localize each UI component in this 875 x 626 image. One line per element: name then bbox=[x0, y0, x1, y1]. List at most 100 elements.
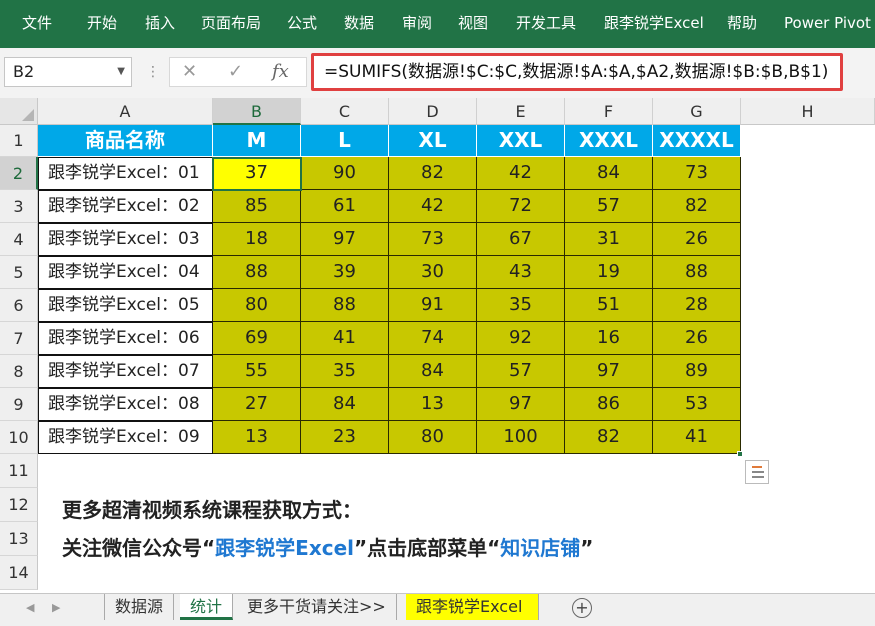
cancel-icon[interactable]: ✕ bbox=[182, 60, 197, 84]
row-header-5[interactable]: 5 bbox=[0, 256, 38, 289]
scroll-right-icon[interactable]: ▶ bbox=[52, 601, 60, 614]
data-cell[interactable]: 73 bbox=[653, 157, 741, 190]
data-cell[interactable]: 97 bbox=[477, 388, 565, 421]
data-cell[interactable]: 67 bbox=[477, 223, 565, 256]
ribbon-tab-home[interactable]: 开始 bbox=[87, 0, 117, 48]
column-header-c[interactable]: C bbox=[301, 98, 389, 125]
product-name-cell[interactable]: 跟李锐学Excel：03 bbox=[38, 223, 213, 256]
data-cell[interactable]: 42 bbox=[389, 190, 477, 223]
product-name-cell[interactable]: 跟李锐学Excel：04 bbox=[38, 256, 213, 289]
ribbon-tab-page-layout[interactable]: 页面布局 bbox=[201, 0, 261, 48]
data-cell[interactable]: 84 bbox=[389, 355, 477, 388]
ribbon-tab-file[interactable]: 文件 bbox=[22, 0, 52, 48]
data-cell[interactable]: 13 bbox=[389, 388, 477, 421]
ribbon-tab-help[interactable]: 帮助 bbox=[727, 0, 757, 48]
data-cell[interactable]: 41 bbox=[653, 421, 741, 454]
column-header-b[interactable]: B bbox=[213, 98, 301, 125]
header-cell-size[interactable]: XXXXL bbox=[653, 125, 741, 157]
column-header-f[interactable]: F bbox=[565, 98, 653, 125]
sheet-tab-custom[interactable]: 跟李锐学Excel bbox=[406, 594, 539, 620]
data-cell[interactable]: 69 bbox=[213, 322, 301, 355]
product-name-cell[interactable]: 跟李锐学Excel：09 bbox=[38, 421, 213, 454]
data-cell[interactable]: 86 bbox=[565, 388, 653, 421]
product-name-cell[interactable]: 跟李锐学Excel：06 bbox=[38, 322, 213, 355]
header-cell-size[interactable]: M bbox=[213, 125, 301, 157]
row-header-11[interactable]: 11 bbox=[0, 454, 38, 488]
data-cell[interactable]: 42 bbox=[477, 157, 565, 190]
row-header-7[interactable]: 7 bbox=[0, 322, 38, 355]
data-cell[interactable]: 23 bbox=[301, 421, 389, 454]
data-cell[interactable]: 74 bbox=[389, 322, 477, 355]
data-cell[interactable]: 26 bbox=[653, 223, 741, 256]
data-cell[interactable]: 37 bbox=[213, 157, 301, 190]
data-cell[interactable]: 53 bbox=[653, 388, 741, 421]
data-cell[interactable]: 88 bbox=[301, 289, 389, 322]
data-cell[interactable]: 39 bbox=[301, 256, 389, 289]
header-cell-size[interactable]: XXXL bbox=[565, 125, 653, 157]
quick-analysis-icon[interactable] bbox=[745, 460, 769, 484]
data-cell[interactable]: 28 bbox=[653, 289, 741, 322]
data-cell[interactable]: 31 bbox=[565, 223, 653, 256]
ribbon-tab-review[interactable]: 审阅 bbox=[402, 0, 432, 48]
data-cell[interactable]: 88 bbox=[653, 256, 741, 289]
product-name-cell[interactable]: 跟李锐学Excel：05 bbox=[38, 289, 213, 322]
data-cell[interactable]: 18 bbox=[213, 223, 301, 256]
data-cell[interactable]: 26 bbox=[653, 322, 741, 355]
row-header-2[interactable]: 2 bbox=[0, 157, 38, 190]
product-name-cell[interactable]: 跟李锐学Excel：08 bbox=[38, 388, 213, 421]
enter-icon[interactable]: ✓ bbox=[228, 60, 243, 84]
ribbon-tab-insert[interactable]: 插入 bbox=[145, 0, 175, 48]
chevron-down-icon[interactable]: ▼ bbox=[117, 58, 125, 86]
product-name-cell[interactable]: 跟李锐学Excel：07 bbox=[38, 355, 213, 388]
row-header-1[interactable]: 1 bbox=[0, 125, 38, 157]
name-box[interactable]: B2 ▼ bbox=[4, 57, 132, 87]
header-cell-size[interactable]: XL bbox=[389, 125, 477, 157]
column-header-h[interactable]: H bbox=[741, 98, 875, 125]
product-name-cell[interactable]: 跟李锐学Excel：01 bbox=[38, 157, 213, 190]
product-name-cell[interactable]: 跟李锐学Excel：02 bbox=[38, 190, 213, 223]
header-cell-product-name[interactable]: 商品名称 bbox=[38, 125, 213, 157]
data-cell[interactable]: 51 bbox=[565, 289, 653, 322]
row-header-3[interactable]: 3 bbox=[0, 190, 38, 223]
data-cell[interactable]: 72 bbox=[477, 190, 565, 223]
data-cell[interactable]: 57 bbox=[565, 190, 653, 223]
row-header-14[interactable]: 14 bbox=[0, 556, 38, 590]
column-header-d[interactable]: D bbox=[389, 98, 477, 125]
data-cell[interactable]: 73 bbox=[389, 223, 477, 256]
select-all-button[interactable] bbox=[0, 98, 38, 125]
column-header-g[interactable]: G bbox=[653, 98, 741, 125]
data-cell[interactable]: 19 bbox=[565, 256, 653, 289]
row-header-4[interactable]: 4 bbox=[0, 223, 38, 256]
data-cell[interactable]: 85 bbox=[213, 190, 301, 223]
formula-input[interactable]: =SUMIFS(数据源!$C:$C,数据源!$A:$A,$A2,数据源!$B:$… bbox=[311, 53, 843, 91]
ribbon-tab-developer[interactable]: 开发工具 bbox=[516, 0, 576, 48]
data-cell[interactable]: 27 bbox=[213, 388, 301, 421]
data-cell[interactable]: 92 bbox=[477, 322, 565, 355]
data-cell[interactable]: 35 bbox=[477, 289, 565, 322]
data-cell[interactable]: 41 bbox=[301, 322, 389, 355]
scroll-left-icon[interactable]: ◀ bbox=[26, 601, 34, 614]
data-cell[interactable]: 16 bbox=[565, 322, 653, 355]
data-cell[interactable]: 84 bbox=[565, 157, 653, 190]
ribbon-tab-view[interactable]: 视图 bbox=[458, 0, 488, 48]
row-header-8[interactable]: 8 bbox=[0, 355, 38, 388]
data-cell[interactable]: 35 bbox=[301, 355, 389, 388]
data-cell[interactable]: 82 bbox=[565, 421, 653, 454]
header-cell-size[interactable]: XXL bbox=[477, 125, 565, 157]
data-cell[interactable]: 97 bbox=[565, 355, 653, 388]
data-cell[interactable]: 97 bbox=[301, 223, 389, 256]
add-sheet-icon[interactable]: + bbox=[572, 598, 592, 618]
data-cell[interactable]: 84 bbox=[301, 388, 389, 421]
row-header-9[interactable]: 9 bbox=[0, 388, 38, 421]
sheet-tab-data-source[interactable]: 数据源 bbox=[104, 594, 175, 620]
data-cell[interactable]: 100 bbox=[477, 421, 565, 454]
row-header-12[interactable]: 12 bbox=[0, 488, 38, 522]
ribbon-tab-formulas[interactable]: 公式 bbox=[287, 0, 317, 48]
data-cell[interactable]: 82 bbox=[389, 157, 477, 190]
data-cell[interactable]: 57 bbox=[477, 355, 565, 388]
ribbon-tab-custom[interactable]: 跟李锐学Excel bbox=[604, 0, 704, 48]
data-cell[interactable]: 13 bbox=[213, 421, 301, 454]
sheet-tab-summary[interactable]: 统计 bbox=[180, 594, 234, 620]
data-cell[interactable]: 89 bbox=[653, 355, 741, 388]
data-cell[interactable]: 91 bbox=[389, 289, 477, 322]
